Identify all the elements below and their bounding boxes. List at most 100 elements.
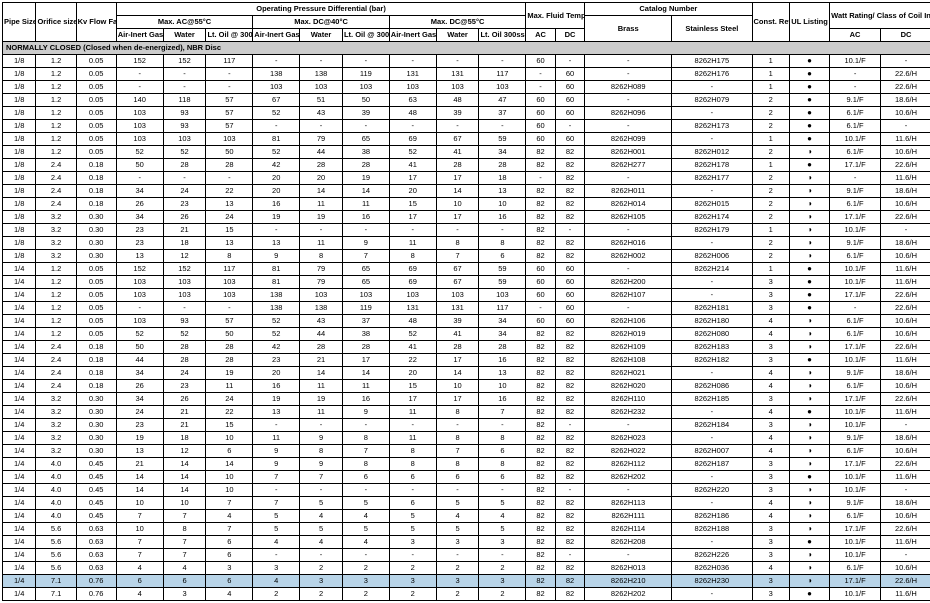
table-cell: 7 bbox=[163, 536, 206, 549]
table-cell: 23 bbox=[116, 237, 163, 250]
table-cell: 18 bbox=[163, 237, 206, 250]
table-cell: 12 bbox=[163, 445, 206, 458]
table-cell: 82 bbox=[526, 354, 555, 367]
table-cell: 24 bbox=[206, 211, 253, 224]
table-cell: - bbox=[342, 484, 389, 497]
table-cell: 8 bbox=[389, 250, 436, 263]
table-cell: 82 bbox=[526, 588, 555, 601]
table-cell: 9 bbox=[253, 458, 300, 471]
table-cell: 10.1/F bbox=[830, 263, 881, 276]
table-cell: 52 bbox=[389, 146, 436, 159]
table-cell: 10 bbox=[163, 497, 206, 510]
ul-listing-icon bbox=[807, 472, 812, 481]
table-cell: 103 bbox=[300, 289, 343, 302]
table-cell: 4 bbox=[253, 575, 300, 588]
table-cell: 42 bbox=[253, 341, 300, 354]
table-cell: 1/8 bbox=[3, 133, 36, 146]
table-cell: 8 bbox=[206, 250, 253, 263]
table-cell: 1.2 bbox=[36, 328, 76, 341]
table-cell: 8262H174 bbox=[672, 211, 752, 224]
ul-listing-icon bbox=[807, 368, 812, 377]
ul-listing-icon bbox=[807, 342, 812, 351]
table-cell: 60 bbox=[555, 68, 584, 81]
table-cell: 82 bbox=[555, 354, 584, 367]
table-cell: 5 bbox=[389, 523, 436, 536]
table-cell: 103 bbox=[116, 133, 163, 146]
table-cell: 52 bbox=[253, 146, 300, 159]
table-cell: 7 bbox=[253, 471, 300, 484]
table-cell: 10.6/H bbox=[881, 107, 930, 120]
table-cell: 28 bbox=[206, 354, 253, 367]
table-cell: 0.76 bbox=[76, 588, 116, 601]
table-cell: 67 bbox=[436, 276, 479, 289]
table-cell: 103 bbox=[116, 315, 163, 328]
table-cell: - bbox=[479, 484, 526, 497]
table-cell: 17.1/F bbox=[830, 159, 881, 172]
table-cell: 60 bbox=[526, 120, 555, 133]
table-cell: 8 bbox=[389, 445, 436, 458]
table-cell: 8 bbox=[479, 458, 526, 471]
table-cell: 1/4 bbox=[3, 419, 36, 432]
table-cell: - bbox=[585, 120, 672, 133]
table-cell: 118 bbox=[163, 94, 206, 107]
table-cell: 34 bbox=[479, 146, 526, 159]
table-cell: 82 bbox=[526, 341, 555, 354]
table-cell: 13 bbox=[479, 185, 526, 198]
ul-listing-icon bbox=[807, 524, 812, 533]
ul-listing-icon bbox=[807, 420, 812, 429]
table-cell: 8 bbox=[163, 523, 206, 536]
table-cell: - bbox=[881, 120, 930, 133]
table-cell: 14 bbox=[116, 471, 163, 484]
ul-listing-icon bbox=[807, 303, 812, 312]
table-cell: 103 bbox=[206, 276, 253, 289]
table-cell: 152 bbox=[116, 263, 163, 276]
table-cell: 8262H220 bbox=[672, 484, 752, 497]
table-cell: 10.1/F bbox=[830, 588, 881, 601]
table-cell: 103 bbox=[116, 107, 163, 120]
table-cell: - bbox=[672, 133, 752, 146]
table-cell: 6.1/F bbox=[830, 510, 881, 523]
table-cell: - bbox=[436, 484, 479, 497]
table-cell: - bbox=[436, 120, 479, 133]
table-cell: 28 bbox=[163, 159, 206, 172]
table-cell: 0.63 bbox=[76, 562, 116, 575]
table-cell: 4.0 bbox=[36, 497, 76, 510]
table-cell: - bbox=[253, 120, 300, 133]
table-cell: 8262H208 bbox=[585, 536, 672, 549]
table-cell: 10.6/H bbox=[881, 445, 930, 458]
table-cell: 14 bbox=[163, 458, 206, 471]
table-cell: 2 bbox=[752, 185, 789, 198]
table-cell: 82 bbox=[526, 458, 555, 471]
table-cell: 17.1/F bbox=[830, 211, 881, 224]
table-cell: 4 bbox=[163, 562, 206, 575]
table-cell: 1/8 bbox=[3, 94, 36, 107]
table-cell: 6.1/F bbox=[830, 107, 881, 120]
table-cell: 17 bbox=[389, 172, 436, 185]
table-cell: 52 bbox=[389, 328, 436, 341]
table-cell: 50 bbox=[206, 146, 253, 159]
table-cell: 1 bbox=[752, 81, 789, 94]
table-cell: 3 bbox=[752, 536, 789, 549]
table-cell: 8262H202 bbox=[585, 471, 672, 484]
table-cell: 1/4 bbox=[3, 380, 36, 393]
table-cell: 8262H184 bbox=[672, 419, 752, 432]
table-cell: 0.18 bbox=[76, 341, 116, 354]
table-cell: 79 bbox=[300, 276, 343, 289]
table-cell: 65 bbox=[342, 263, 389, 276]
table-cell: 9.1/F bbox=[830, 432, 881, 445]
h-dc55: Max. DC@55°C bbox=[389, 16, 526, 29]
table-cell: 19 bbox=[342, 172, 389, 185]
table-cell: 69 bbox=[389, 133, 436, 146]
table-cell: - bbox=[555, 224, 584, 237]
table-cell: 21 bbox=[163, 224, 206, 237]
table-cell: 28 bbox=[436, 341, 479, 354]
table-cell bbox=[789, 133, 829, 146]
table-cell: 26 bbox=[116, 380, 163, 393]
table-cell: 5 bbox=[342, 497, 389, 510]
table-cell: 48 bbox=[436, 94, 479, 107]
table-cell: 13 bbox=[206, 198, 253, 211]
ul-listing-icon bbox=[807, 238, 812, 247]
h-air2: Air-Inert Gas bbox=[253, 29, 300, 42]
table-cell: 2 bbox=[479, 588, 526, 601]
table-cell: 8 bbox=[436, 406, 479, 419]
